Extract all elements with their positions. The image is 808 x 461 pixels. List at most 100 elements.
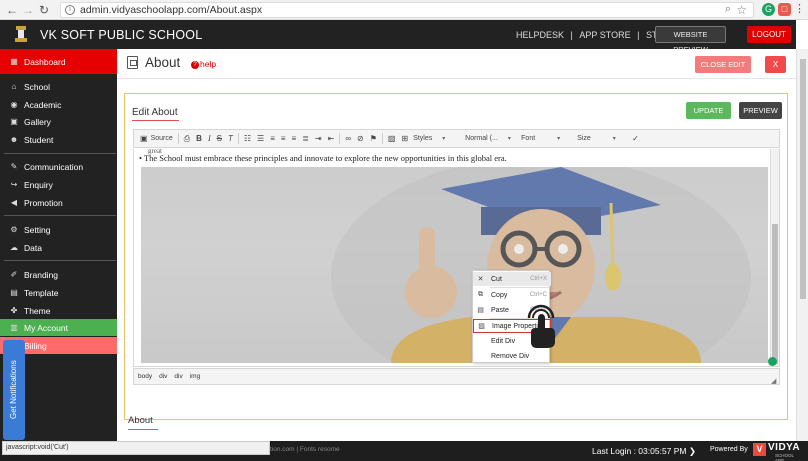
sidebar-item-academic[interactable]: ◉ Academic	[0, 96, 117, 113]
help-link[interactable]: ? help	[191, 59, 216, 69]
sidebar-item-data[interactable]: ☁ Data	[0, 239, 117, 256]
context-menu-cut[interactable]: ✕ Cut Ctrl+X	[473, 272, 551, 286]
logout-button[interactable]: LOGOUT	[747, 26, 791, 43]
sidebar-item-student[interactable]: ☻ Student	[0, 131, 117, 148]
print-icon[interactable]: ⎙	[184, 134, 190, 144]
sidebar-item-template[interactable]: ▤ Template	[0, 284, 117, 301]
align-left-icon[interactable]: ≡	[270, 134, 275, 143]
website-preview-button[interactable]: WEBSITE PREVIEW	[655, 26, 726, 54]
sidebar-item-enquiry[interactable]: ↪ Enquiry	[0, 176, 117, 193]
path-item[interactable]: div	[174, 373, 182, 380]
reload-icon[interactable]: ↻	[36, 3, 52, 17]
zoom-icon[interactable]: ⌕	[725, 3, 731, 16]
link-separator: |	[637, 30, 640, 40]
image-icon[interactable]: ▨	[388, 134, 396, 143]
strikethrough-icon[interactable]: S	[217, 134, 222, 143]
format-select[interactable]: Normal (... ▾	[463, 132, 519, 145]
justify-icon[interactable]: ≣	[302, 134, 309, 143]
path-item[interactable]: img	[190, 373, 200, 380]
sidebar-item-label: Enquiry	[24, 179, 53, 190]
grammarly-badge-icon[interactable]	[768, 357, 777, 366]
address-bar[interactable]: i admin.vidyaschoolapp.com/About.aspx ⌕ …	[60, 2, 754, 18]
styles-label: Styles	[413, 134, 433, 142]
helpdesk-link[interactable]: HELPDESK	[516, 30, 564, 40]
edit-panel: Edit About UPDATE PREVIEW ▣ Source ⎙ B I…	[124, 93, 788, 420]
path-item[interactable]: div	[159, 373, 167, 380]
close-edit-button[interactable]: CLOSE EDIT	[695, 56, 751, 73]
sidebar-item-gallery[interactable]: ▣ Gallery	[0, 113, 117, 130]
bulleted-list-icon[interactable]: ☰	[257, 134, 264, 143]
sidebar-item-dashboard[interactable]: ▦ Dashboard	[0, 49, 117, 74]
notifications-label: Get Notifications	[9, 360, 18, 420]
editor-scrollbar-thumb[interactable]	[772, 224, 778, 364]
elements-path-bar: body div div img	[133, 368, 780, 385]
hero-image[interactable]	[141, 167, 768, 363]
anchor-icon[interactable]: ⚑	[370, 134, 377, 143]
promotion-icon: ◀	[10, 197, 18, 207]
unlink-icon[interactable]: ⊘	[357, 134, 364, 143]
italic-icon[interactable]: I	[208, 134, 211, 143]
template-icon: ▤	[10, 287, 18, 297]
page-scrollbar-thumb[interactable]	[800, 59, 806, 299]
align-right-icon[interactable]: ≡	[292, 134, 297, 143]
sidebar-item-label: Branding	[24, 269, 59, 280]
editor-bullet-text: The School must embrace these principles…	[143, 153, 507, 163]
sidebar-item-label: Template	[24, 287, 59, 298]
table-icon[interactable]: ⊞	[401, 134, 408, 143]
info-icon[interactable]: i	[65, 5, 75, 15]
bookmark-star-icon[interactable]: ☆	[736, 3, 747, 17]
context-menu-remove-div[interactable]: Remove Div	[473, 349, 551, 363]
path-item[interactable]: body	[138, 373, 152, 380]
data-icon: ☁	[10, 242, 18, 252]
size-label: Size	[577, 134, 591, 142]
toolbar-separator	[339, 133, 341, 144]
context-menu-label: Cut	[491, 275, 502, 283]
editor-scrollbar[interactable]	[770, 149, 779, 366]
link-icon[interactable]: ∞	[345, 134, 351, 143]
sidebar-item-promotion[interactable]: ◀ Promotion	[0, 194, 117, 211]
indent-icon[interactable]: ⇥	[315, 134, 322, 143]
sidebar-divider	[4, 260, 116, 261]
spellcheck-icon[interactable]: ✓	[632, 134, 639, 143]
chevron-right-icon: ❯	[688, 446, 697, 456]
sidebar-item-school[interactable]: ⌂ School	[0, 78, 117, 95]
sidebar-item-my-account[interactable]: ▥ My Account	[0, 319, 117, 336]
sidebar-item-theme[interactable]: ✤ Theme	[0, 302, 117, 319]
vidya-logo-icon: V	[753, 443, 766, 456]
forward-icon[interactable]: →	[20, 3, 36, 17]
grammarly-icon[interactable]: G	[762, 3, 775, 16]
source-button[interactable]: Source	[151, 135, 173, 142]
source-icon[interactable]: ▣	[140, 134, 148, 143]
bold-icon[interactable]: B	[196, 134, 202, 143]
size-select[interactable]: Size ▾	[575, 132, 629, 145]
styles-select[interactable]: Styles ▾	[411, 132, 463, 145]
outdent-icon[interactable]: ⇤	[328, 134, 335, 143]
page-scrollbar[interactable]	[796, 49, 808, 441]
back-icon[interactable]: ←	[4, 3, 20, 17]
editor-content-area[interactable]: great • The School must embrace these pr…	[133, 149, 780, 367]
browser-toolbar: ← → ↻ i admin.vidyaschoolapp.com/About.a…	[0, 0, 808, 20]
sidebar-item-label: School	[24, 81, 50, 92]
get-notifications-tab[interactable]: Get Notifications	[3, 340, 25, 440]
app-store-link[interactable]: APP STORE	[579, 30, 630, 40]
update-button[interactable]: UPDATE	[686, 102, 731, 119]
font-select[interactable]: Font ▾	[519, 132, 575, 145]
menu-dots-icon[interactable]: ⋮	[793, 3, 806, 16]
context-menu-copy[interactable]: ⧉ Copy Ctrl+C	[473, 288, 551, 302]
sidebar-item-setting[interactable]: ⚙ Setting	[0, 221, 117, 238]
url-text: admin.vidyaschoolapp.com/About.aspx	[80, 4, 263, 16]
communication-icon: ✎	[10, 161, 18, 171]
preview-button[interactable]: PREVIEW	[739, 102, 782, 119]
extension-icon[interactable]: □	[778, 3, 791, 16]
resize-handle-icon[interactable]: ◢	[771, 377, 776, 385]
close-button[interactable]: X	[765, 56, 786, 73]
about-underline	[128, 429, 158, 430]
remove-format-icon[interactable]: T	[228, 134, 233, 143]
numbered-list-icon[interactable]: ☷	[244, 134, 251, 143]
sidebar-item-communication[interactable]: ✎ Communication	[0, 158, 117, 175]
help-label: help	[200, 59, 217, 69]
align-center-icon[interactable]: ≡	[281, 134, 286, 143]
sidebar-item-branding[interactable]: ✐ Branding	[0, 266, 117, 283]
app-root: ← → ↻ i admin.vidyaschoolapp.com/About.a…	[0, 0, 808, 461]
last-login-text: Last Login : 03:05:57 PM	[592, 446, 687, 456]
